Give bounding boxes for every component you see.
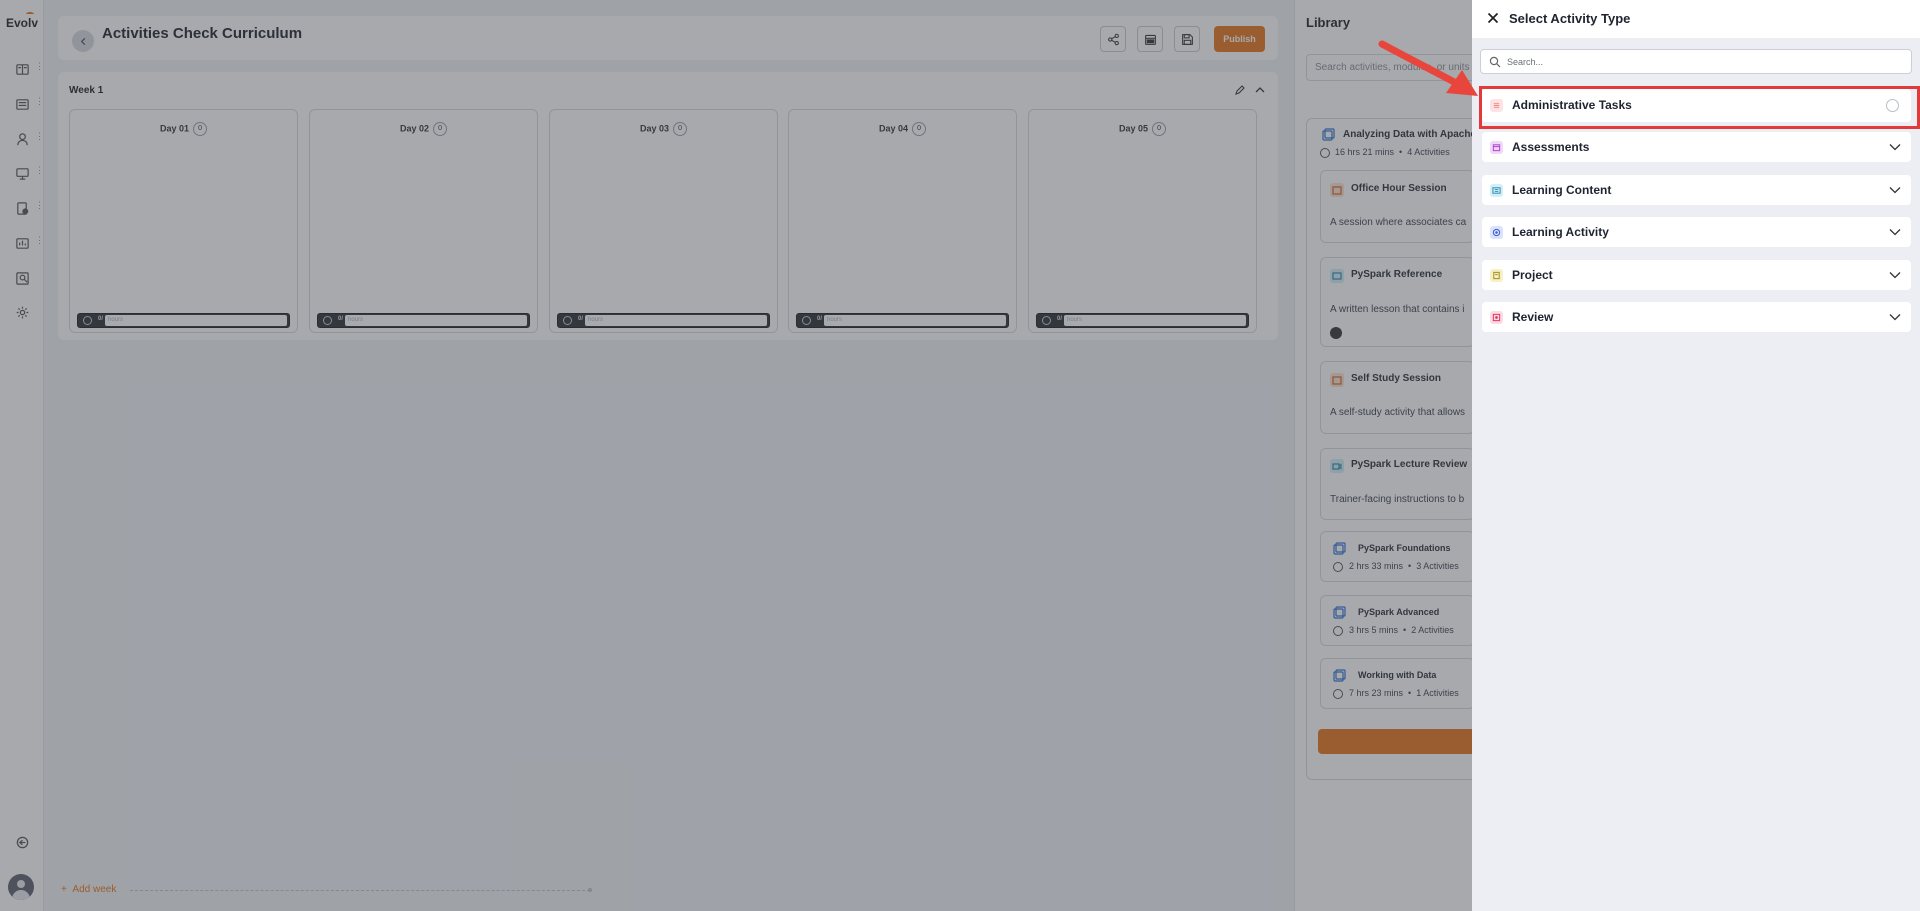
drawer-header: Select Activity Type xyxy=(1472,0,1920,38)
id-card-icon xyxy=(1490,184,1503,197)
activity-type-learning-content[interactable]: Learning Content xyxy=(1482,175,1911,205)
annotation-arrow-icon xyxy=(1378,40,1478,96)
activity-type-learning-activity[interactable]: Learning Activity xyxy=(1482,217,1911,247)
activity-type-label: Project xyxy=(1512,268,1553,282)
search-icon xyxy=(1489,56,1501,68)
modal-backdrop[interactable] xyxy=(0,0,1472,911)
chevron-down-icon xyxy=(1889,229,1901,236)
highlight-box xyxy=(1479,86,1920,129)
clipboard-icon xyxy=(1490,269,1503,282)
chevron-down-icon xyxy=(1889,314,1901,321)
target-icon xyxy=(1490,226,1503,239)
chevron-down-icon xyxy=(1889,187,1901,194)
review-icon xyxy=(1490,311,1503,324)
chevron-down-icon xyxy=(1889,272,1901,279)
chevron-down-icon xyxy=(1889,144,1901,151)
activity-type-project[interactable]: Project xyxy=(1482,260,1911,290)
drawer-title: Select Activity Type xyxy=(1509,11,1631,26)
activity-type-label: Learning Activity xyxy=(1512,225,1609,239)
activity-type-label: Learning Content xyxy=(1512,183,1612,197)
activity-type-review[interactable]: Review xyxy=(1482,302,1911,332)
activity-type-search-input[interactable]: Search... xyxy=(1480,49,1912,74)
select-activity-type-drawer: Select Activity Type Search... Administr… xyxy=(1472,0,1920,911)
activity-type-label: Review xyxy=(1512,310,1554,324)
search-placeholder: Search... xyxy=(1507,57,1544,67)
close-icon[interactable] xyxy=(1485,10,1501,26)
calendar-icon xyxy=(1490,141,1503,154)
activity-type-assessments[interactable]: Assessments xyxy=(1482,132,1911,162)
activity-type-label: Assessments xyxy=(1512,140,1590,154)
